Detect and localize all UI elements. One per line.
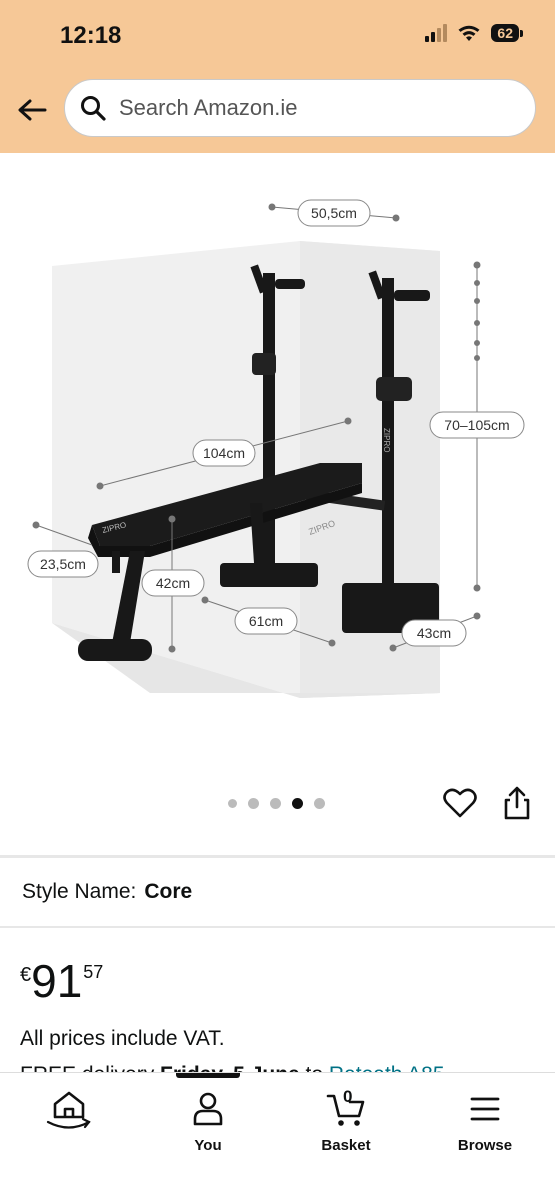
- product-image-area[interactable]: ZIPRO ZIPRO ZIPRO 50,5cm 70–105cm 104cm …: [0, 153, 555, 853]
- carousel-dot[interactable]: [270, 798, 281, 809]
- carousel-dot-active[interactable]: [292, 798, 303, 809]
- nav-browse-label: Browse: [457, 1137, 513, 1154]
- dimension-label: 61cm: [249, 613, 283, 629]
- image-carousel-dots[interactable]: [228, 798, 325, 809]
- battery-icon: 62: [491, 24, 523, 42]
- dimension-label: 23,5cm: [40, 556, 86, 572]
- nav-you[interactable]: You: [153, 1087, 263, 1154]
- divider: [0, 926, 555, 928]
- share-icon[interactable]: [500, 785, 534, 821]
- style-name-value: Core: [144, 880, 193, 903]
- dimension-label: 50,5cm: [311, 205, 357, 221]
- style-name-row[interactable]: Style Name: Core: [22, 880, 192, 904]
- dimension-label: 104cm: [203, 445, 245, 461]
- cellular-signal-icon: [425, 24, 448, 42]
- nav-basket-label: Basket: [321, 1137, 371, 1154]
- nav-home[interactable]: [14, 1087, 124, 1131]
- price-fraction: 57: [83, 962, 104, 982]
- vat-notice: All prices include VAT.: [20, 1027, 225, 1050]
- back-button[interactable]: [14, 92, 50, 128]
- basket-count-badge: 0: [343, 1087, 353, 1106]
- search-header: [0, 70, 555, 153]
- carousel-dot[interactable]: [248, 798, 259, 809]
- carousel-dot[interactable]: [314, 798, 325, 809]
- price-whole: 91: [31, 955, 83, 1007]
- bottom-nav: You 0 Basket Browse: [0, 1072, 555, 1200]
- divider: [0, 855, 555, 858]
- search-input[interactable]: [119, 95, 499, 121]
- nav-browse[interactable]: Browse: [430, 1087, 540, 1154]
- dimension-label: 42cm: [156, 575, 190, 591]
- dimension-label: 70–105cm: [444, 417, 509, 433]
- menu-icon: [470, 1097, 500, 1121]
- status-time: 12:18: [60, 22, 122, 49]
- back-arrow-icon: [18, 99, 47, 121]
- search-box[interactable]: [64, 79, 536, 137]
- status-icons: 62: [425, 24, 523, 42]
- style-name-label: Style Name:: [22, 880, 137, 903]
- wishlist-heart-icon[interactable]: [442, 785, 478, 821]
- nav-basket[interactable]: 0 Basket: [291, 1087, 401, 1154]
- status-bar: 12:18 62: [0, 0, 555, 70]
- search-icon: [81, 96, 106, 121]
- nav-active-indicator: [176, 1073, 240, 1078]
- price-currency: €: [20, 964, 32, 986]
- carousel-dot[interactable]: [228, 799, 237, 808]
- wifi-icon: [458, 25, 480, 41]
- product-image[interactable]: ZIPRO ZIPRO ZIPRO 50,5cm 70–105cm 104cm …: [0, 153, 555, 773]
- person-icon: [193, 1092, 223, 1126]
- nav-you-label: You: [194, 1137, 222, 1154]
- home-icon: [46, 1091, 91, 1129]
- price: € 91 57: [20, 958, 103, 1004]
- svg-text:ZIPRO: ZIPRO: [382, 428, 391, 452]
- dimension-label: 43cm: [417, 625, 451, 641]
